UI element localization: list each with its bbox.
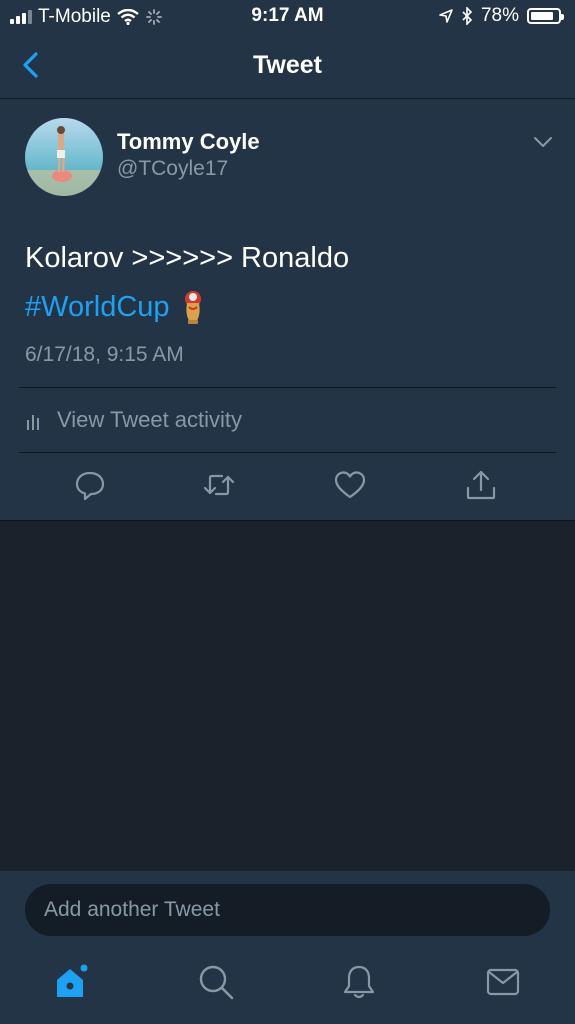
share-icon[interactable] (465, 469, 497, 501)
status-bar-left: T-Mobile (10, 6, 163, 28)
battery-icon (527, 8, 564, 24)
tab-bar (0, 941, 575, 1024)
signal-strength-icon (10, 10, 32, 24)
view-tweet-activity-button[interactable]: View Tweet activity (25, 407, 242, 433)
wifi-icon (117, 9, 139, 25)
divider (19, 452, 556, 453)
loading-spinner-icon (145, 9, 162, 25)
status-bar-right: 78% (439, 5, 564, 27)
battery-percent: 78% (480, 5, 519, 26)
notifications-icon[interactable] (340, 963, 378, 1001)
retweet-icon[interactable] (203, 469, 235, 501)
tweet-detail-card: Tommy Coyle @TCoyle17 Kolarov >>>>>> Ron… (0, 99, 575, 521)
tweet-timestamp: 6/17/18, 9:15 AM (25, 343, 184, 366)
author-name[interactable]: Tommy Coyle (117, 129, 260, 155)
world-cup-trophy-icon (184, 291, 201, 324)
carrier-label: T-Mobile (38, 6, 111, 27)
tweet-hashtag-line: #WorldCup (25, 289, 204, 325)
chevron-down-icon[interactable] (533, 135, 553, 149)
location-arrow-icon (439, 9, 453, 23)
author-handle[interactable]: @TCoyle17 (117, 157, 228, 181)
reply-composer: Add another Tweet (0, 871, 575, 941)
page-title: Tweet (253, 51, 322, 79)
navigation-bar: Tweet (0, 34, 575, 99)
bluetooth-icon (462, 7, 473, 25)
add-tweet-input[interactable]: Add another Tweet (25, 884, 550, 936)
status-bar: T-Mobile 9:17 AM 78% (0, 0, 575, 34)
avatar[interactable] (25, 118, 103, 196)
tweet-text: Kolarov >>>>>> Ronaldo (25, 242, 350, 274)
like-icon[interactable] (334, 469, 366, 501)
messages-icon[interactable] (484, 963, 522, 1001)
tweet-actions (0, 469, 575, 507)
home-icon[interactable] (53, 963, 91, 1001)
bar-chart-icon (27, 415, 39, 430)
hashtag-link[interactable]: #WorldCup (25, 290, 170, 324)
divider (19, 387, 556, 388)
view-tweet-activity-label: View Tweet activity (57, 407, 243, 432)
search-icon[interactable] (197, 963, 235, 1001)
reply-icon[interactable] (74, 469, 106, 501)
